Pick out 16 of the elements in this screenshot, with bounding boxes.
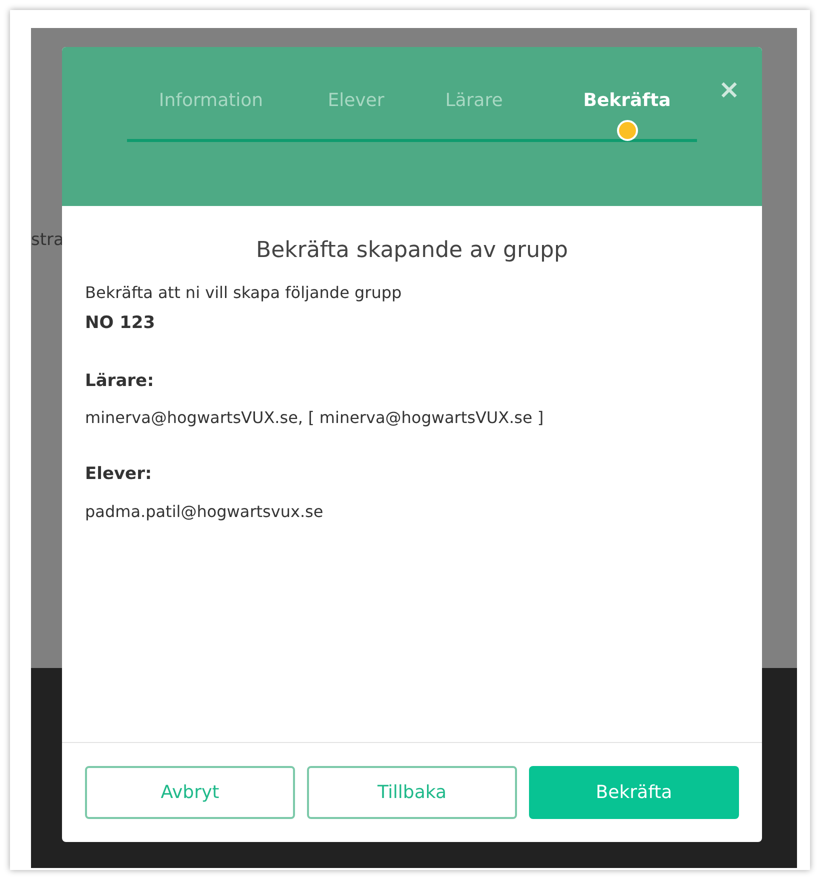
section-value: padma.patil@hogwartsvux.se: [85, 500, 324, 522]
dialog-title: Bekräfta skapande av grupp: [255, 237, 569, 265]
confirm-button[interactable]: Bekräfta: [529, 766, 739, 819]
step-tab[interactable]: Elever: [328, 87, 384, 115]
section-heading: Lärare:: [85, 370, 155, 392]
step-tab[interactable]: Lärare: [445, 87, 503, 115]
section-value: minerva@hogwartsVUX.se, [ minerva@hogwartsVUX.se ]: [85, 407, 545, 429]
section-heading: Elever:: [85, 463, 153, 486]
step-tab[interactable]: Bekräfta: [583, 87, 671, 115]
outline-button[interactable]: Tillbaka: [307, 766, 517, 819]
intro-text: Bekräfta att ni vill skapa följande grupp: [85, 282, 403, 304]
close-button[interactable]: ×: [718, 77, 740, 103]
step-tab[interactable]: Information: [158, 87, 264, 115]
outline-button[interactable]: Avbryt: [85, 766, 295, 819]
group-name: NO 123: [85, 312, 156, 335]
background-text: stra: [31, 229, 64, 252]
